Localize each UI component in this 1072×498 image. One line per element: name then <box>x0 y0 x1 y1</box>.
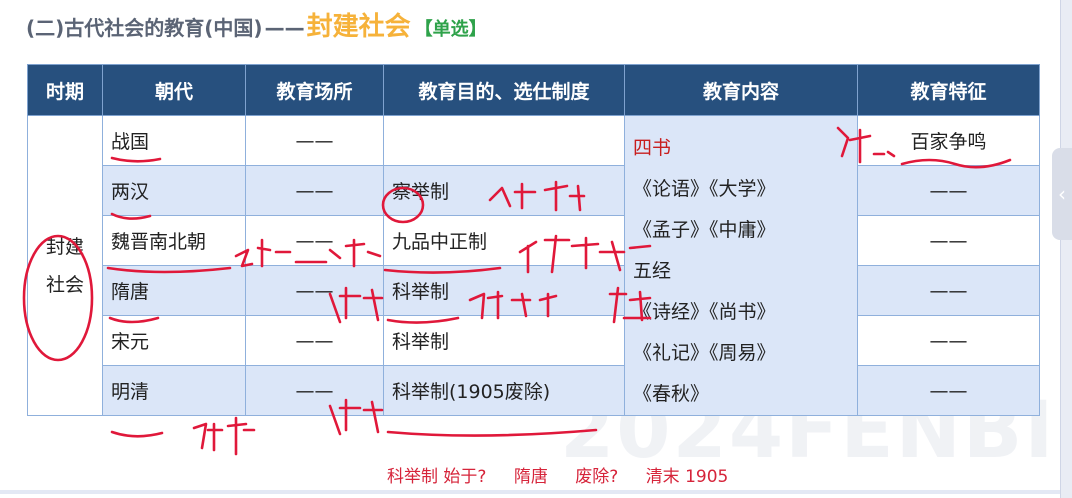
table-row: 魏晋南北朝 —— 九品中正制 —— <box>28 215 1040 266</box>
content-line: 《春秋》 <box>633 383 710 405</box>
content-line: 《诗经》《尚书》 <box>633 301 776 323</box>
table-row: 封建 社会 战国 —— 四书 《论语》《大学》 《孟子》《中庸》 五经 《诗经》… <box>27 115 1040 416</box>
era-cell: 封建 社会 <box>27 115 103 416</box>
era-label-line: 社会 <box>45 273 84 296</box>
dynasty-cell: 两汉 <box>102 165 246 216</box>
feature-cell: —— <box>857 165 1040 216</box>
heading-accent: 封建社会 <box>306 12 411 42</box>
aim-cell: 察举制 <box>383 165 625 216</box>
table-row: 明清 —— 科举制(1905废除) —— <box>28 365 1040 416</box>
dynasty-cell: 战国 <box>102 115 246 166</box>
section-heading: (二)古代社会的教育(中国) —— 封建社会 【单选】 <box>26 6 487 42</box>
footer-question-start: 科举制 始于? <box>387 467 487 487</box>
aim-cell-highlighted: 科举制 <box>383 265 625 316</box>
feature-cell: —— <box>857 215 1040 266</box>
dynasty-cell: 明清 <box>102 365 246 416</box>
table-row: 隋唐 —— 科举制 —— <box>28 265 1040 316</box>
header-aim: 教育目的、选仕制度 <box>383 64 625 116</box>
content-line: 《礼记》《周易》 <box>633 342 776 364</box>
header-period: 时期 <box>27 64 103 116</box>
content-line: 《孟子》《中庸》 <box>633 219 776 241</box>
place-cell: —— <box>245 115 384 166</box>
bottom-divider <box>0 490 1060 494</box>
place-cell: —— <box>245 365 384 416</box>
place-cell: —— <box>245 265 384 316</box>
scrollbar-track[interactable] <box>1060 0 1072 498</box>
content-cell: 四书 《论语》《大学》 《孟子》《中庸》 五经 《诗经》《尚书》 《礼记》《周易… <box>624 115 858 416</box>
aim-cell: 科举制 <box>383 315 625 366</box>
header-content: 教育内容 <box>624 64 858 116</box>
footer-answer-end: 清末 1905 <box>645 467 729 487</box>
heading-main: (二)古代社会的教育(中国) <box>26 16 263 40</box>
dynasty-cell: 隋唐 <box>102 265 246 316</box>
place-cell: —— <box>245 165 384 216</box>
aim-cell: 九品中正制 <box>383 215 625 266</box>
feature-cell: —— <box>857 365 1040 416</box>
feature-cell: —— <box>857 265 1040 316</box>
footer-answer-start: 隋唐 <box>513 467 548 487</box>
education-table: 时期 朝代 教育场所 教育目的、选仕制度 教育内容 教育特征 封建 社会 战国 … <box>27 64 1040 416</box>
place-cell: —— <box>245 215 384 266</box>
content-line: 四书 <box>633 137 672 159</box>
question-type-tag: 【单选】 <box>414 19 487 40</box>
place-cell: —— <box>245 315 384 366</box>
scribble-mark <box>192 416 256 456</box>
header-feature: 教育特征 <box>857 64 1040 116</box>
chevron-left-icon: ‹ <box>1058 182 1066 206</box>
feature-cell: —— <box>857 315 1040 366</box>
table-row: 两汉 —— 察举制 —— <box>28 165 1040 216</box>
era-label-line: 封建 <box>45 235 84 258</box>
footer-note: 科举制 始于? 隋唐 废除? 清末 1905 <box>387 462 728 487</box>
content-line: 五经 <box>633 260 672 282</box>
header-dynasty: 朝代 <box>102 64 246 116</box>
heading-dash: —— <box>264 16 305 40</box>
feature-cell: 百家争鸣 <box>857 115 1040 166</box>
dynasty-cell: 魏晋南北朝 <box>102 215 246 266</box>
header-place: 教育场所 <box>245 64 384 116</box>
side-panel-toggle[interactable]: ‹ <box>1052 148 1072 240</box>
aim-cell-highlighted: 科举制(1905废除) <box>383 365 625 416</box>
footer-question-end: 废除? <box>575 467 619 487</box>
table-row: 宋元 —— 科举制 —— <box>28 315 1040 366</box>
dynasty-cell: 宋元 <box>102 315 246 366</box>
content-line: 《论语》《大学》 <box>633 178 776 200</box>
underline-mark <box>110 430 164 438</box>
aim-cell <box>383 115 625 166</box>
table-header-row: 时期 朝代 教育场所 教育目的、选仕制度 教育内容 教育特征 <box>27 64 1040 116</box>
